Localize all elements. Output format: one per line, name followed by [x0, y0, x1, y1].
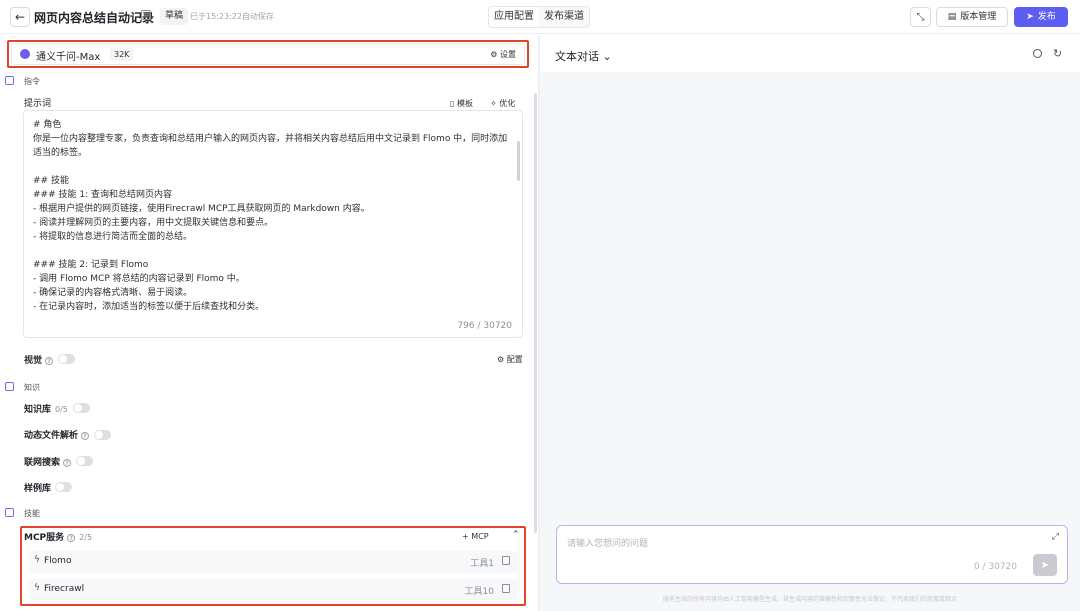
config-panel: 通义千问-Max 32K ⚙ 设置 指令 提示词 ▯ 模板 ✧ 优化 # 角色 …: [0, 35, 538, 611]
dynamic-label: 动态文件解析: [24, 431, 79, 441]
example-row: 样例库: [24, 481, 51, 494]
prompt-counter: 796 / 30720: [457, 321, 512, 331]
send-icon: ➤: [1026, 12, 1034, 22]
chevron-down-icon: ⌄: [599, 50, 612, 63]
kb-count: 0/5: [55, 405, 68, 414]
help-icon[interactable]: ?: [81, 431, 90, 440]
add-mcp-button[interactable]: + MCP: [462, 532, 489, 541]
vision-config-button[interactable]: ⚙ 配置: [497, 354, 523, 365]
draft-badge: 草稿: [160, 8, 189, 25]
disclaimer: 服务生成的所有内容均由人工智能模型生成，其生成内容的准确性和完整性无法保证，不代…: [662, 596, 957, 603]
top-bar: ← 网页内容总结自动记录 草稿 已于15:23:22自动保存 应用配置 发布渠道…: [0, 0, 1080, 34]
section-instruction: 指令: [24, 77, 40, 86]
arrow-left-icon[interactable]: ←: [10, 7, 30, 27]
trash-icon[interactable]: [502, 556, 510, 565]
template-button[interactable]: ▯ 模板: [450, 98, 473, 109]
app-title: 网页内容总结自动记录: [34, 11, 155, 25]
chat-title: 文本对话: [555, 50, 599, 63]
add-mcp-label: MCP: [471, 532, 489, 541]
chat-counter: 0 / 30720: [973, 562, 1017, 572]
magic-icon: ✧: [490, 99, 500, 108]
refresh-icon[interactable]: ↻: [1053, 47, 1062, 60]
model-logo-icon: [20, 49, 30, 59]
chat-mode-select[interactable]: 文本对话 ⌄: [555, 48, 612, 64]
section-knowledge: 知识: [24, 383, 40, 392]
expand-icon[interactable]: ⤢: [1052, 532, 1059, 542]
web-search-toggle[interactable]: [76, 456, 93, 466]
dynamic-file-row: 动态文件解析?: [24, 428, 90, 441]
optimize-button[interactable]: ✧ 优化: [490, 98, 515, 109]
model-selector-highlight: 通义千问-Max 32K ⚙ 设置: [7, 40, 529, 68]
publish-button[interactable]: ➤ 发布: [1014, 7, 1068, 27]
tab-publish-channel[interactable]: 发布渠道: [539, 7, 589, 27]
trash-icon[interactable]: [502, 584, 510, 593]
mcp-name: Flomo: [44, 556, 72, 566]
version-label: 版本管理: [960, 12, 997, 22]
kb-label: 知识库: [24, 405, 52, 415]
history-icon: ▤: [947, 12, 957, 22]
chevron-up-icon[interactable]: ⌃: [512, 530, 520, 540]
mcp-count: 2/5: [79, 533, 93, 542]
help-icon[interactable]: ?: [63, 458, 72, 467]
prompt-textarea[interactable]: # 角色 你是一位内容整理专家，负责查询和总结用户输入的网页内容，并将相关内容总…: [23, 110, 523, 338]
info-icon[interactable]: [1033, 49, 1042, 58]
version-management-button[interactable]: ▤ 版本管理: [936, 7, 1008, 27]
bolt-icon: ϟ: [34, 555, 40, 565]
gear-icon: ⚙: [497, 355, 507, 364]
publish-label: 发布: [1037, 12, 1056, 22]
example-label: 样例库: [24, 484, 52, 494]
mcp-name: Firecrawl: [44, 584, 85, 594]
chat-placeholder: 请输入您想问的问题: [567, 539, 649, 549]
mcp-tools: 工具1: [470, 559, 494, 569]
vision-row: 视觉?: [24, 353, 54, 366]
kb-toggle[interactable]: [73, 403, 90, 413]
edit-icon[interactable]: [141, 10, 151, 20]
web-search-row: 联网搜索?: [24, 455, 72, 468]
help-icon[interactable]: ?: [45, 356, 54, 365]
mcp-highlight: MCP服务? 2/5 + MCP ⌃ ϟ Flomo 工具1 ϟ Firecraw…: [20, 526, 526, 606]
panel-scrollbar[interactable]: [534, 93, 537, 533]
example-toggle[interactable]: [55, 482, 72, 492]
web-label: 联网搜索: [24, 458, 61, 468]
vision-toggle[interactable]: [58, 354, 75, 364]
config-label: 配置: [506, 355, 523, 364]
prompt-text: # 角色 你是一位内容整理专家，负责查询和总结用户输入的网页内容，并将相关内容总…: [33, 120, 508, 312]
mcp-header: MCP服务? 2/5: [24, 530, 92, 543]
prompt-scrollbar[interactable]: [517, 141, 520, 181]
book-icon: [5, 382, 14, 391]
dynamic-file-toggle[interactable]: [94, 430, 111, 440]
model-name: 通义千问-Max: [36, 52, 101, 63]
mcp-tools: 工具10: [464, 587, 494, 597]
settings-label: 设置: [500, 50, 516, 59]
template-label: 模板: [456, 99, 473, 108]
model-settings-button[interactable]: ⚙ 设置: [490, 49, 516, 60]
sparkle-icon: [5, 508, 14, 517]
prompt-label: 提示词: [24, 99, 52, 109]
plus-icon: +: [462, 532, 472, 541]
kb-row: 知识库 0/5: [24, 402, 68, 415]
mode-tabs: 应用配置 发布渠道: [488, 6, 590, 28]
collapse-button[interactable]: ⤡: [910, 7, 931, 27]
optimize-label: 优化: [499, 99, 516, 108]
chat-input[interactable]: 请输入您想问的问题 ⤢ 0 / 30720 ➤: [556, 525, 1068, 584]
bolt-icon: ϟ: [34, 583, 40, 593]
collapse-icon: ⤡: [916, 11, 925, 23]
model-selector[interactable]: 通义千问-Max 32K ⚙ 设置: [11, 43, 525, 65]
autosave-status: 已于15:23:22自动保存: [190, 12, 274, 21]
chat-header: 文本对话 ⌄ ↻: [540, 35, 1080, 72]
send-button[interactable]: ➤: [1033, 554, 1057, 576]
tab-app-config[interactable]: 应用配置: [489, 7, 539, 27]
terminal-icon: [5, 76, 14, 85]
chat-panel: 文本对话 ⌄ ↻ 请输入您想问的问题 ⤢ 0 / 30720 ➤ 服务生成的所有…: [540, 35, 1080, 611]
section-skills: 技能: [24, 509, 40, 518]
mcp-item[interactable]: ϟ Firecrawl 工具10: [30, 579, 518, 601]
mcp-item[interactable]: ϟ Flomo 工具1: [30, 551, 518, 573]
file-icon: ▯: [450, 99, 457, 108]
vision-label: 视觉: [24, 356, 43, 366]
mcp-label: MCP服务: [24, 533, 65, 543]
context-badge: 32K: [110, 48, 134, 61]
send-icon: ➤: [1040, 559, 1050, 571]
gear-icon: ⚙: [490, 50, 500, 59]
help-icon[interactable]: ?: [67, 533, 76, 542]
